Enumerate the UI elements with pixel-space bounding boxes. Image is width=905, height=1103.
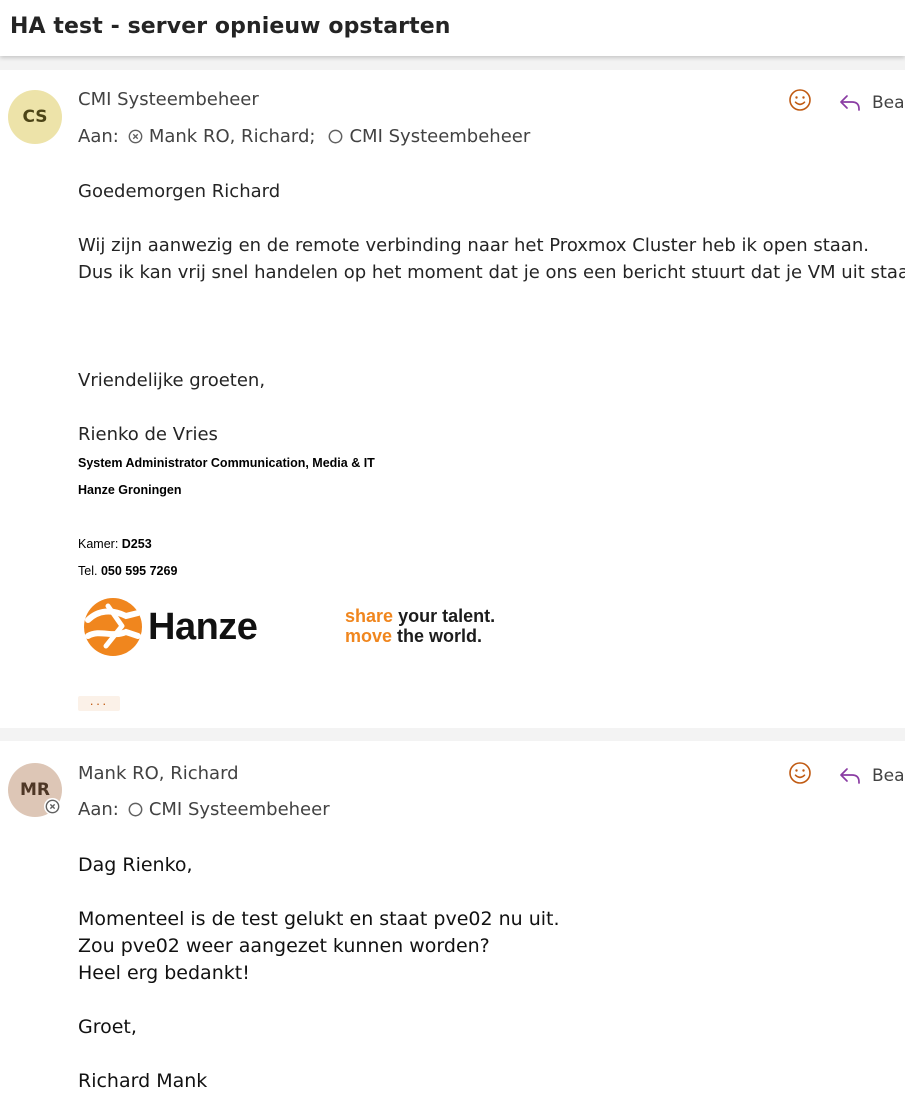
hanze-logo: Hanze [82,596,258,658]
avatar-initials: MR [19,780,50,800]
to-label: Aan: [78,799,119,820]
avatar-initials: CS [22,107,48,127]
signature-room: Kamer: D253 [78,537,152,551]
signature-phone: Tel. 050 595 7269 [78,564,177,578]
body-line: Dus ik kan vrij snel handelen op het mom… [78,262,905,283]
reply-label: Bea [872,765,905,786]
signature-role: System Administrator Communication, Medi… [78,456,375,470]
recipient[interactable]: CMI Systeembeheer [149,799,330,820]
to-label: Aan: [78,126,119,147]
body-greeting: Dag Rienko, [78,854,193,876]
body-line: Heel erg bedankt! [78,962,250,984]
reply-button[interactable]: Bea [838,92,905,114]
body-line: Momenteel is de test gelukt en staat pve… [78,908,560,930]
body-closing: Groet, [78,1016,137,1038]
hanze-logo-text: Hanze [148,605,258,648]
show-more-button[interactable]: ··· [78,696,120,711]
signature-org: Hanze Groningen [78,483,182,497]
slogan-word: your talent. [398,606,496,626]
presence-unknown-icon [128,802,143,817]
message-actions: Bea [788,88,905,117]
avatar[interactable]: CS [8,90,62,144]
body-greeting: Goedemorgen Richard [78,181,281,202]
recipient[interactable]: Mank RO, Richard; [149,126,316,147]
emoji-reaction-icon[interactable] [788,88,812,117]
body-closing: Vriendelijke groeten, [78,370,266,391]
message-actions: Bea [788,761,905,790]
sender-name[interactable]: CMI Systeembeheer [78,89,259,110]
body-line: Zou pve02 weer aangezet kunnen worden? [78,935,490,957]
sender-name[interactable]: Mank RO, Richard [78,763,239,784]
presence-offline-icon [128,129,143,144]
thread-gap [0,728,905,741]
emoji-reaction-icon[interactable] [788,761,812,790]
tel-value[interactable]: 050 595 7269 [101,564,177,578]
slogan-word: move [345,626,393,646]
presence-unknown-icon [328,129,343,144]
thread-gap [0,56,905,70]
subject-bar: HA test - server opnieuw opstarten [0,0,905,56]
hanze-logo-icon [84,598,142,656]
reply-label: Bea [872,92,905,113]
recipients-line: Aan: Mank RO, Richard; CMI Systeembeheer [78,126,530,147]
tel-label: Tel. [78,564,98,578]
slogan-word: the world. [397,626,483,646]
body-line: Wij zijn aanwezig en de remote verbindin… [78,235,869,256]
slogan-word: share [345,606,394,626]
signature-name: Richard Mank [78,1070,208,1092]
reply-button[interactable]: Bea [838,765,905,787]
room-value: D253 [121,537,152,551]
presence-offline-icon [44,798,61,815]
email-subject: HA test - server opnieuw opstarten [10,14,451,39]
signature-name: Rienko de Vries [78,424,218,445]
room-label: Kamer: [78,537,119,551]
recipients-line: Aan: CMI Systeembeheer [78,799,330,820]
recipient[interactable]: CMI Systeembeheer [349,126,530,147]
signature-slogan: share your talent. move the world. [345,606,495,646]
